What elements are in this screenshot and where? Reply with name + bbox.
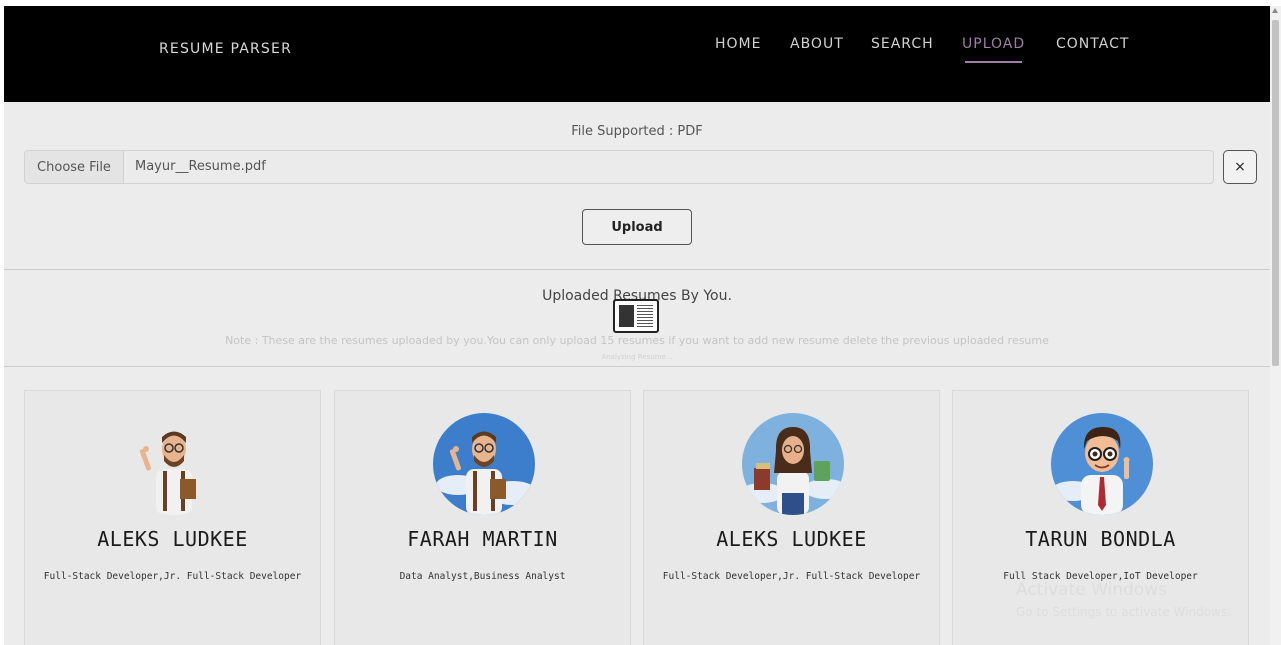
brand-logo[interactable]: RESUME PARSER: [159, 41, 292, 57]
card-roles: Full-Stack Developer,Jr. Full-Stack Deve…: [43, 571, 302, 582]
woman-with-books-avatar-icon: [742, 413, 844, 515]
upload-button[interactable]: Upload: [582, 209, 692, 245]
card-roles: Full-Stack Developer,Jr. Full-Stack Deve…: [662, 571, 921, 582]
card-roles: Data Analyst,Business Analyst: [399, 571, 566, 582]
choose-file-button[interactable]: Choose File: [25, 151, 124, 183]
scroll-thumb[interactable]: [1272, 20, 1279, 366]
activate-windows-title: Activate Windows: [1016, 580, 1167, 600]
card-name: FARAH MARTIN: [407, 527, 558, 551]
supported-format-text: File Supported : PDF: [571, 124, 703, 139]
navbar: RESUME PARSER HOME ABOUT SEARCH UPLOAD C…: [4, 6, 1270, 102]
resume-card[interactable]: FARAH MARTIN Data Analyst,Business Analy…: [334, 390, 631, 645]
nav-link-upload-label: UPLOAD: [962, 36, 1026, 52]
vertical-scrollbar[interactable]: [1270, 6, 1281, 645]
nav-link-search[interactable]: SEARCH: [871, 36, 934, 52]
resume-card[interactable]: ALEKS LUDKEE Full-Stack Developer,Jr. Fu…: [24, 390, 321, 645]
close-icon: ×: [1234, 159, 1246, 175]
card-name: ALEKS LUDKEE: [97, 527, 248, 551]
active-underline: [965, 61, 1023, 63]
book-page-left: [619, 305, 634, 327]
card-name: TARUN BONDLA: [1025, 527, 1176, 551]
scroll-up-arrow-icon[interactable]: [1272, 8, 1278, 13]
book-loader-icon: [613, 299, 659, 333]
nav-link-upload[interactable]: UPLOAD: [962, 36, 1026, 63]
divider-top: [4, 269, 1270, 270]
upload-note: Note : These are the resumes uploaded by…: [225, 334, 1049, 347]
resume-card[interactable]: ALEKS LUDKEE Full-Stack Developer,Jr. Fu…: [643, 390, 940, 645]
loader-text: Analyzing Resume...: [601, 353, 673, 361]
clear-file-button[interactable]: ×: [1223, 150, 1257, 184]
selected-file-name: Mayur__Resume.pdf: [135, 159, 266, 174]
man-with-beard-avatar-icon: [123, 413, 225, 515]
man-with-glasses-avatar-icon: [1051, 413, 1153, 515]
activate-windows-subtitle: Go to Settings to activate Windows.: [1016, 605, 1231, 619]
book-page-lines: [637, 305, 653, 327]
nav-link-contact[interactable]: CONTACT: [1056, 36, 1129, 52]
nav-link-home[interactable]: HOME: [715, 36, 761, 52]
divider-bottom: [4, 366, 1270, 367]
card-name: ALEKS LUDKEE: [716, 527, 867, 551]
page: RESUME PARSER HOME ABOUT SEARCH UPLOAD C…: [4, 6, 1270, 645]
man-with-beard-sky-avatar-icon: [433, 413, 535, 515]
file-input[interactable]: Choose File Mayur__Resume.pdf: [24, 150, 1214, 184]
nav-link-about[interactable]: ABOUT: [790, 36, 844, 52]
